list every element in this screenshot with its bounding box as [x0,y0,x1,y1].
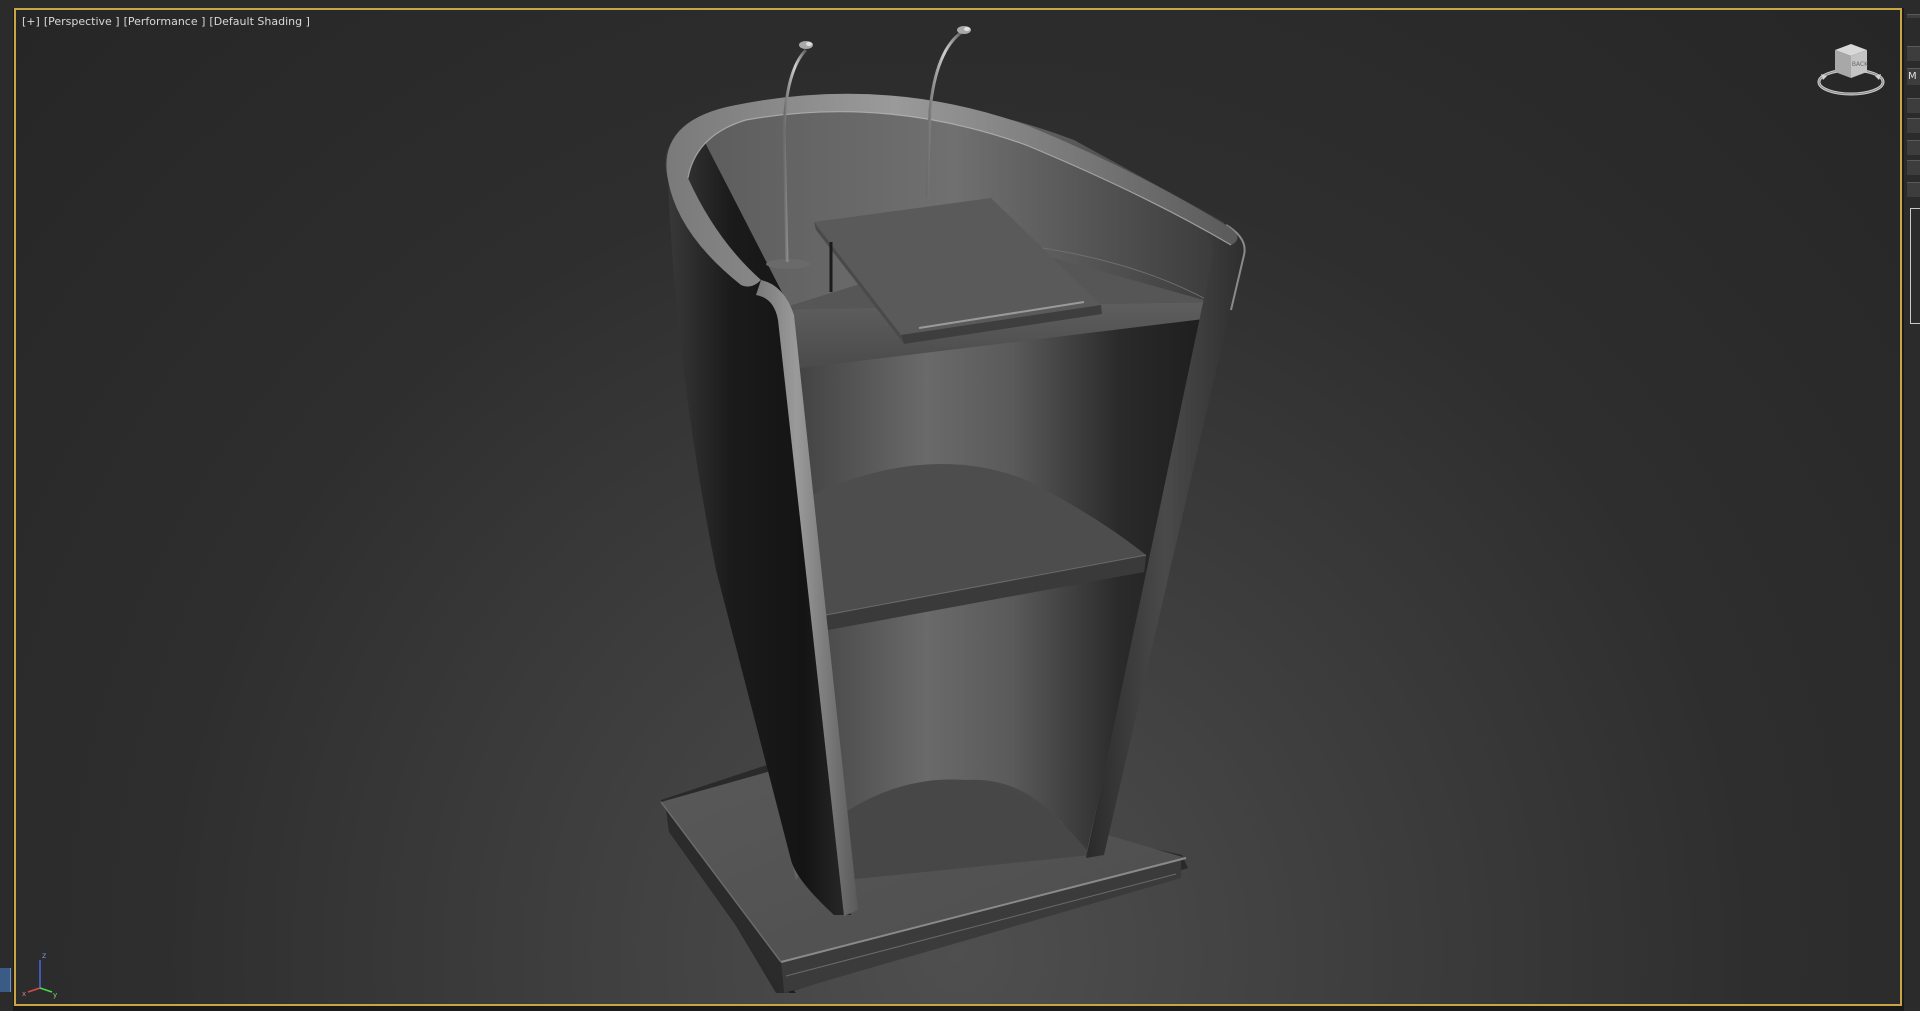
perspective-viewport[interactable]: BACK z x y [+] [Perspective ] [Performance… [14,8,1902,1006]
command-panel-tab[interactable] [1907,118,1920,133]
axis-x-label: x [22,990,26,998]
command-panel-tab[interactable] [1907,160,1920,175]
axis-z-label: z [42,951,46,960]
command-panel-tab[interactable] [1907,140,1920,155]
podium-model[interactable] [660,26,1246,993]
left-toolbar [0,0,13,1011]
viewport-plus-menu[interactable]: [+] [22,15,40,28]
command-panel-tab[interactable] [1907,46,1920,61]
command-panel-letter: M [1908,71,1917,82]
axis-y-label: y [53,991,57,999]
scene-canvas[interactable]: BACK z x y [16,10,1900,1004]
command-panel-tab[interactable] [1907,98,1920,113]
command-panel-rollout[interactable] [1910,208,1920,324]
viewcube[interactable]: BACK [1817,44,1885,96]
command-panel-tab[interactable] [1907,182,1920,197]
command-panel-divider [1907,14,1920,18]
viewport-label-bar: [+] [Perspective ] [Performance ] [Default … [22,15,314,28]
viewport-performance-menu[interactable]: [Performance ] [124,15,206,28]
title-bar [0,0,1920,8]
viewcube-face-label: BACK [1852,61,1869,68]
command-panel: M [1904,0,1920,1011]
app-window: BACK z x y [+] [Perspective ] [Performance… [0,0,1920,1011]
left-toolbar-button[interactable] [0,968,11,992]
axis-tripod: z x y [22,951,57,999]
viewport-shading-menu[interactable]: [Default Shading ] [209,15,309,28]
viewport-view-menu[interactable]: [Perspective ] [44,15,120,28]
